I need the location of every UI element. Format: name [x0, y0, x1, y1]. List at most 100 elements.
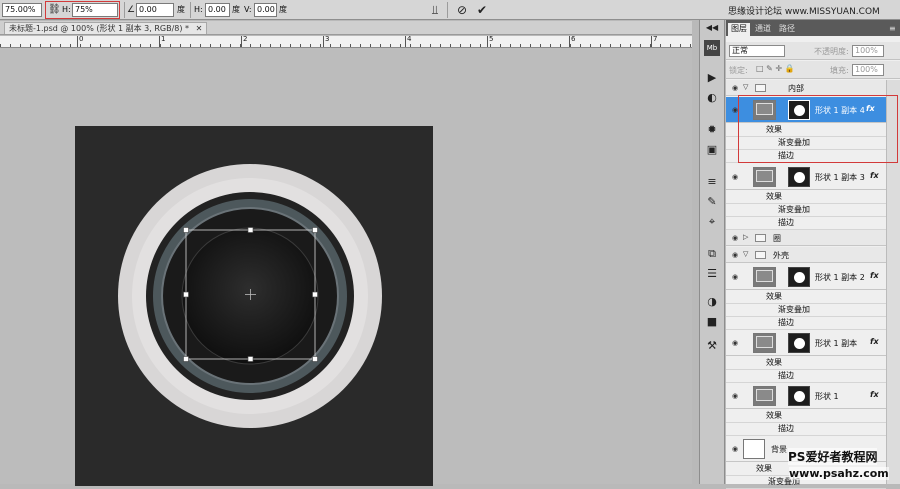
ruler-tick: [370, 44, 371, 47]
fx-icon[interactable]: fx: [870, 271, 879, 280]
layer-thumbnail: [753, 267, 776, 287]
visibility-icon[interactable]: ◉: [730, 83, 740, 93]
mask-icon[interactable]: ◑: [704, 294, 720, 310]
ruler-tick: [520, 44, 521, 47]
effect-gradient-overlay[interactable]: 渐变叠加: [726, 204, 886, 217]
h-skew-input[interactable]: 0.00: [205, 3, 230, 17]
mini-bridge-icon[interactable]: Mb: [704, 40, 720, 56]
options-bar: 75.00% ⛓ H: 75% ∠ 0.00 度 H: 0.00 度 V: 0.…: [0, 0, 900, 20]
ruler-number: 2: [243, 35, 248, 43]
blend-mode-select[interactable]: 正常: [729, 45, 785, 57]
fx-icon[interactable]: fx: [870, 390, 879, 399]
effects-label: 效果: [766, 192, 782, 201]
collapse-arrows-icon[interactable]: ◀◀: [704, 20, 720, 36]
collapse-arrow-icon[interactable]: ▷: [743, 233, 748, 241]
effect-gradient-overlay[interactable]: 渐变叠加: [726, 304, 886, 317]
effects-row[interactable]: 效果: [726, 357, 886, 370]
layers-icon[interactable]: ⧉: [704, 246, 720, 262]
fx-icon[interactable]: fx: [870, 337, 879, 346]
visibility-icon[interactable]: ◉: [730, 233, 740, 243]
visibility-icon[interactable]: ◉: [730, 272, 740, 282]
expand-arrow-icon[interactable]: ▽: [743, 250, 748, 258]
ruler-tick: [600, 44, 601, 47]
horizontal-ruler[interactable]: 0 1 2 3 4 5 6 7: [0, 35, 692, 48]
commit-transform-icon[interactable]: ✔: [475, 2, 489, 18]
layer-base[interactable]: ◉ 形状 1 fx: [726, 383, 886, 409]
ruler-tick: [150, 44, 151, 47]
folder-icon: [755, 84, 766, 92]
opacity-input[interactable]: 100%: [852, 45, 884, 57]
opacity-label: 不透明度:: [814, 47, 849, 56]
effect-stroke[interactable]: 描边: [726, 370, 886, 383]
document-tab[interactable]: 未标题-1.psd @ 100% (形状 1 副本 3, RGB/8) * ✕: [4, 22, 208, 34]
effect-label: 渐变叠加: [778, 305, 810, 314]
cancel-transform-icon[interactable]: ⊘: [455, 2, 469, 18]
layer-copy2[interactable]: ◉ 形状 1 副本 2 fx: [726, 264, 886, 290]
tab-channels[interactable]: 通道: [752, 23, 774, 36]
color-icon[interactable]: ✹: [704, 122, 720, 138]
layer-copy3[interactable]: ◉ 形状 1 副本 3 fx: [726, 164, 886, 190]
highlight-box: [738, 95, 898, 163]
ruler-tick: [390, 44, 391, 47]
lock-icons[interactable]: □ ✎ ✛ 🔒: [756, 64, 795, 73]
effect-stroke[interactable]: 描边: [726, 217, 886, 230]
visibility-icon[interactable]: ◉: [730, 444, 740, 454]
visibility-icon[interactable]: ◉: [730, 391, 740, 401]
height-percent-input[interactable]: 75%: [72, 3, 118, 17]
effects-row[interactable]: 效果: [726, 191, 886, 204]
ruler-number: 7: [653, 35, 658, 43]
close-icon[interactable]: ✕: [196, 24, 203, 33]
brush-icon[interactable]: ✎: [704, 194, 720, 210]
effects-row[interactable]: 效果: [726, 291, 886, 304]
image-icon[interactable]: ▣: [704, 142, 720, 158]
artboard[interactable]: [75, 126, 433, 486]
ruler-tick: [450, 44, 451, 47]
styles-icon[interactable]: ■: [704, 314, 720, 330]
adjustments-icon[interactable]: ◐: [704, 90, 720, 106]
stamp-icon[interactable]: ⌖: [704, 214, 720, 230]
ruler-tick: [670, 44, 671, 47]
v-skew-input[interactable]: 0.00: [254, 3, 277, 17]
link-icon[interactable]: ⛓: [48, 2, 61, 18]
lock-row: 锁定: □ ✎ ✛ 🔒 填充: 100%: [726, 61, 900, 79]
document-tab-bar: 未标题-1.psd @ 100% (形状 1 副本 3, RGB/8) * ✕: [0, 21, 692, 35]
effect-stroke[interactable]: 描边: [726, 423, 886, 436]
angle-input[interactable]: 0.00: [136, 3, 174, 17]
h-skew-unit: 度: [232, 5, 240, 14]
sliders-icon[interactable]: ≡: [704, 174, 720, 190]
visibility-icon[interactable]: ◉: [730, 172, 740, 182]
ruler-tick: [680, 44, 681, 47]
folder-icon: [755, 251, 766, 259]
ruler-tick: [400, 44, 401, 47]
effects-label: 效果: [766, 292, 782, 301]
visibility-icon[interactable]: ◉: [730, 338, 740, 348]
canvas-workspace[interactable]: [0, 48, 692, 486]
effects-row[interactable]: 效果: [726, 410, 886, 423]
ruler-tick: [20, 44, 21, 47]
tools-icon[interactable]: ⚒: [704, 338, 720, 354]
fx-icon[interactable]: fx: [870, 171, 879, 180]
ruler-number: 1: [161, 35, 166, 43]
group-shell[interactable]: ◉ ▽ 外壳: [726, 247, 886, 263]
zoom-field[interactable]: 75.00%: [2, 3, 42, 17]
effect-stroke[interactable]: 描边: [726, 317, 886, 330]
effects-label: 效果: [766, 411, 782, 420]
panel-menu-icon[interactable]: ≡: [886, 23, 899, 36]
tab-paths[interactable]: 路径: [776, 23, 798, 36]
play-icon[interactable]: ▶: [704, 70, 720, 86]
expand-arrow-icon[interactable]: ▽: [743, 83, 748, 91]
layer-copy1[interactable]: ◉ 形状 1 副本 fx: [726, 330, 886, 356]
group-ring[interactable]: ◉ ▷ 圈: [726, 230, 886, 246]
ruler-tick: [380, 44, 381, 47]
ruler-tick: [580, 44, 581, 47]
fill-input[interactable]: 100%: [852, 64, 884, 76]
ruler-major-tick: [77, 36, 78, 47]
channels-icon[interactable]: ☰: [704, 266, 720, 282]
ruler-tick: [470, 44, 471, 47]
ruler-major-tick: [323, 36, 324, 47]
group-inner[interactable]: ◉ ▽ 内部: [726, 80, 886, 96]
folder-icon: [755, 234, 766, 242]
visibility-icon[interactable]: ◉: [730, 250, 740, 260]
warp-icon[interactable]: ⫫: [428, 2, 442, 18]
tab-layers[interactable]: 图层: [728, 23, 750, 36]
